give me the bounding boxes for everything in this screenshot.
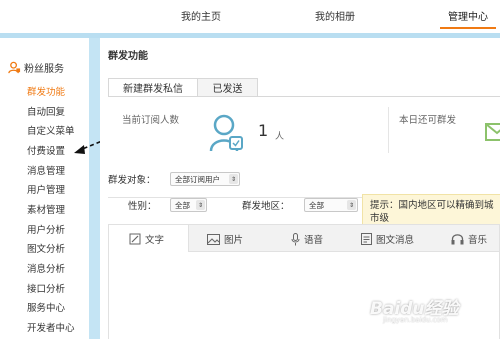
tool-voice-label: 语音 <box>304 235 324 246</box>
stats-separator <box>388 107 389 153</box>
region-label: 群发地区： <box>242 201 290 212</box>
chevron-updown-icon: ⇕ <box>347 200 356 210</box>
sidebar-item-payment-settings[interactable]: 付费设置 <box>27 143 65 157</box>
tool-music[interactable]: 音乐 <box>451 232 487 246</box>
tool-voice[interactable]: 语音 <box>291 232 323 246</box>
sidebar-item-user-management[interactable]: 用户管理 <box>27 182 65 196</box>
sidebar-item-message-management[interactable]: 消息管理 <box>27 163 65 177</box>
tool-text-label: 文字 <box>145 235 165 246</box>
pencil-icon <box>129 233 141 245</box>
send-tabs: 新建群发私信 已发送 <box>108 78 258 97</box>
subscribers-unit: 人 <box>275 132 285 142</box>
chevron-updown-icon: ⇕ <box>196 200 205 210</box>
active-tab-indicator <box>440 27 496 29</box>
tool-image[interactable]: 图片 <box>207 232 243 246</box>
tab-sent[interactable]: 已发送 <box>198 78 258 97</box>
sidebar: 粉丝服务 群发功能 自动回复 自定义菜单 付费设置 消息管理 用户管理 素材管理… <box>0 38 89 339</box>
sidebar-section-title: 粉丝服务 <box>24 64 64 75</box>
region-select-value: 全部 <box>309 200 324 210</box>
tab-new-mass-message[interactable]: 新建群发私信 <box>108 78 198 97</box>
sidebar-item-user-analysis[interactable]: 用户分析 <box>27 222 65 236</box>
sidebar-item-service-center[interactable]: 服务中心 <box>27 300 65 314</box>
subscribers-count: 1 <box>258 121 269 140</box>
tool-music-label: 音乐 <box>468 235 488 246</box>
sidebar-item-article-analysis[interactable]: 图文分析 <box>27 241 65 255</box>
watermark-url: jingyan.baidu.com <box>383 316 448 324</box>
sidebar-item-auto-reply[interactable]: 自动回复 <box>27 104 65 118</box>
target-label: 群发对象： <box>108 175 156 186</box>
tab-management-center[interactable]: 管理中心 <box>448 8 488 23</box>
target-select[interactable]: 全部订阅用户 ⇕ <box>170 172 240 186</box>
image-icon <box>207 233 220 245</box>
target-select-value: 全部订阅用户 <box>175 174 220 184</box>
sidebar-item-api-analysis[interactable]: 接口分析 <box>27 281 65 295</box>
subscribers-label: 当前订阅人数 <box>122 115 180 126</box>
subscriber-user-icon <box>209 114 243 152</box>
sidebar-divider <box>89 38 100 339</box>
tab-my-album[interactable]: 我的相册 <box>315 8 355 23</box>
tab-my-home[interactable]: 我的主页 <box>181 8 221 23</box>
stats-panel: 当前订阅人数 1 人 本日还可群发 <box>108 107 500 198</box>
sidebar-item-message-analysis[interactable]: 消息分析 <box>27 261 65 275</box>
fans-icon <box>8 61 21 74</box>
message-type-toolbar: 文字 图片 语音 图文消息 音乐 <box>108 224 500 252</box>
sidebar-item-developer-center[interactable]: 开发者中心 <box>27 320 75 334</box>
top-navigation: 我的主页 我的相册 管理中心 <box>0 0 500 30</box>
tool-article-label: 图文消息 <box>376 235 415 246</box>
gender-select-value: 全部 <box>175 200 190 210</box>
tool-text[interactable]: 文字 <box>129 232 164 246</box>
page-title: 群发功能 <box>108 51 148 62</box>
sidebar-item-custom-menu[interactable]: 自定义菜单 <box>27 123 75 137</box>
sidebar-item-mass-send[interactable]: 群发功能 <box>27 84 65 98</box>
sidebar-section-header: 粉丝服务 <box>8 60 64 75</box>
microphone-icon <box>291 232 300 245</box>
sidebar-item-material-management[interactable]: 素材管理 <box>27 202 65 216</box>
tool-image-label: 图片 <box>224 235 244 246</box>
region-select[interactable]: 全部 ⇕ <box>304 198 358 212</box>
envelope-icon <box>485 123 500 141</box>
headphones-icon <box>451 234 464 245</box>
article-icon <box>361 233 372 245</box>
tabs-divider <box>108 96 500 97</box>
chevron-updown-icon: ⇕ <box>229 174 238 184</box>
remaining-sends-label: 本日还可群发 <box>399 115 457 126</box>
tool-article[interactable]: 图文消息 <box>361 232 414 246</box>
gender-select[interactable]: 全部 ⇕ <box>170 198 207 212</box>
gender-label: 性别： <box>128 201 157 212</box>
